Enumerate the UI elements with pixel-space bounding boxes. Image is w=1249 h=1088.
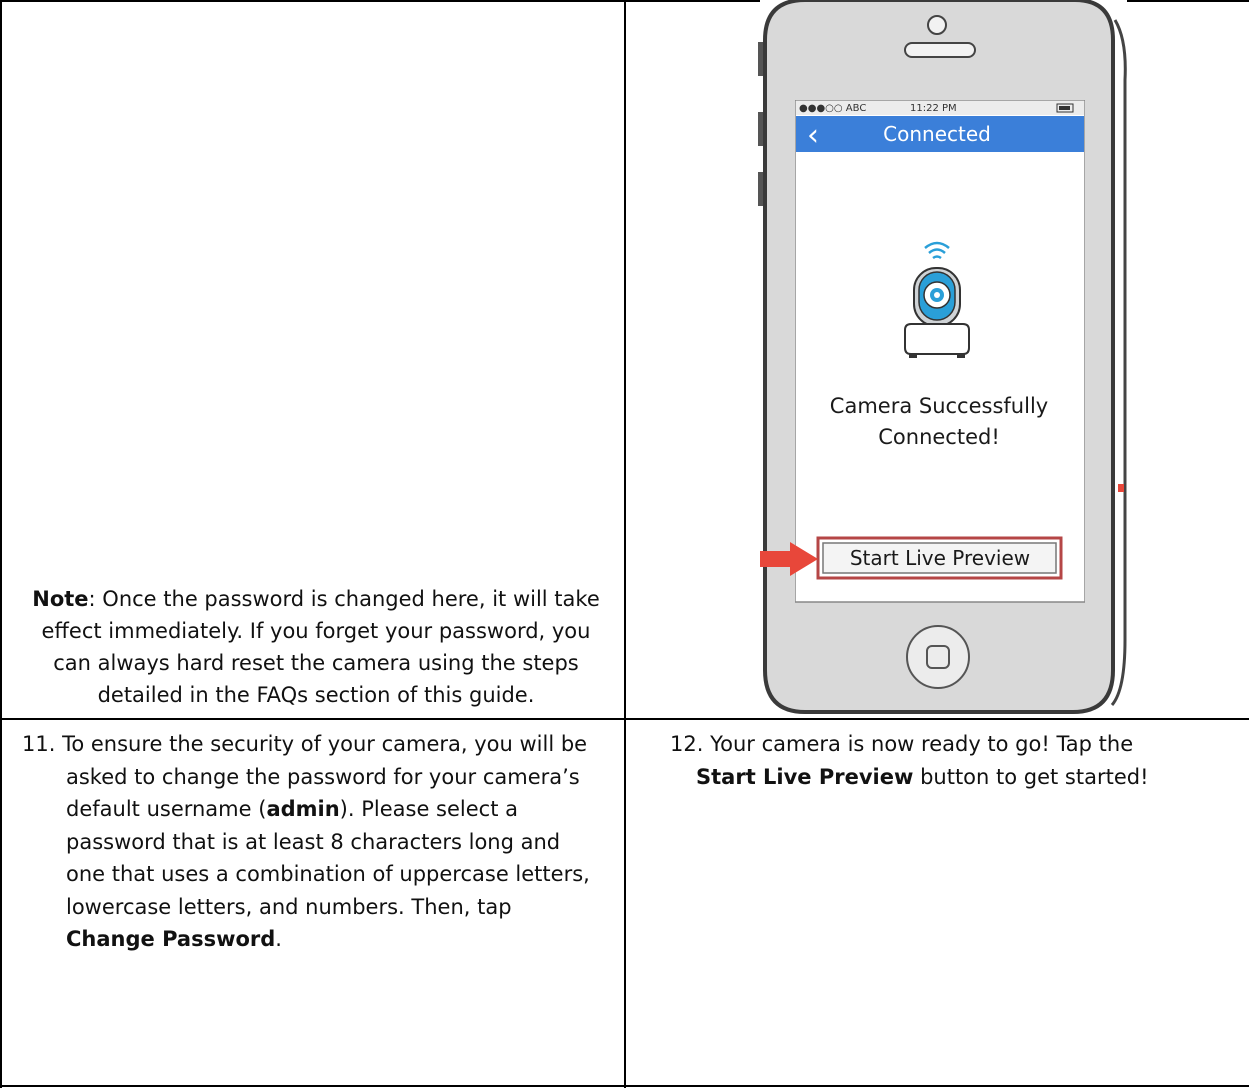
step-11-line: password that is at least 8 characters l… bbox=[66, 829, 561, 854]
table-column-divider bbox=[624, 0, 626, 1088]
table-row-divider bbox=[0, 718, 1249, 720]
status-carrier: ●●●○○ ABC bbox=[799, 103, 866, 114]
step-11-number: 11. bbox=[22, 732, 56, 756]
success-message-line1: Camera Successfully bbox=[830, 394, 1048, 418]
table-left-border bbox=[0, 0, 2, 1088]
step-11-text: 11. To ensure the security of your camer… bbox=[22, 728, 612, 956]
note-label: Note bbox=[32, 587, 89, 611]
pointer-arrow-icon bbox=[760, 542, 818, 576]
step-11-line: To ensure the security of your camera, y… bbox=[62, 732, 588, 756]
back-chevron-icon[interactable]: ‹ bbox=[807, 118, 819, 153]
table-top-border-right bbox=[1127, 0, 1249, 2]
step-11-line: . bbox=[275, 927, 282, 951]
table-bottom-border bbox=[0, 1085, 1249, 1087]
step-11-line: one that uses a combination of uppercase… bbox=[66, 862, 590, 886]
note-text: : Once the password is changed here, it … bbox=[41, 587, 600, 707]
start-live-preview-ref: Start Live Preview bbox=[696, 764, 914, 789]
phone-screen: ●●●○○ ABC 11:22 PM ‹ Connected Camera Su… bbox=[795, 100, 1085, 603]
start-live-preview-button[interactable]: Start Live Preview bbox=[816, 536, 1063, 580]
note-paragraph: Note: Once the password is changed here,… bbox=[22, 583, 610, 711]
edge-marker bbox=[1118, 484, 1124, 492]
step-12-number: 12. bbox=[670, 732, 704, 756]
step-11-line: ). Please select a bbox=[339, 797, 518, 821]
change-password-label: Change Password bbox=[66, 927, 276, 951]
step-12-line: Your camera is now ready to go! Tap the bbox=[710, 732, 1134, 756]
step-12-line: button to get started! bbox=[913, 764, 1149, 789]
step-11-line: default username ( bbox=[66, 797, 267, 821]
nav-title: Connected bbox=[883, 122, 991, 146]
step-11-line: lowercase letters, and numbers. Then, ta… bbox=[66, 894, 512, 919]
step-12-text: 12. Your camera is now ready to go! Tap … bbox=[640, 728, 1240, 793]
status-time: 11:22 PM bbox=[910, 103, 957, 114]
table-top-border bbox=[0, 0, 760, 2]
start-live-preview-label: Start Live Preview bbox=[850, 546, 1030, 570]
success-message-line2: Connected! bbox=[878, 425, 1000, 449]
step-11-line: asked to change the password for your ca… bbox=[66, 764, 580, 789]
admin-username: admin bbox=[266, 797, 340, 821]
